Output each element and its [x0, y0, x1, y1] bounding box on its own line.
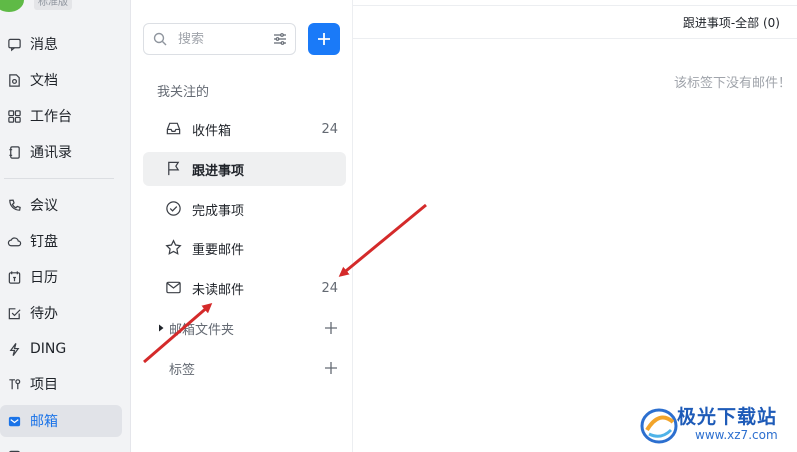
folder-count: 24 — [321, 121, 338, 137]
folder-label: 完成事项 — [192, 203, 245, 219]
app-logo[interactable] — [0, 0, 24, 12]
nav-item-workbench[interactable]: 工作台 — [0, 100, 122, 132]
group-label: 标签 — [169, 362, 196, 378]
nav-item-project[interactable]: 项目 — [0, 368, 122, 400]
mail-list-pane: 跟进事项-全部 (0) 该标签下没有邮件！ — [353, 0, 797, 452]
inbox-icon — [165, 120, 183, 138]
top-divider — [353, 0, 797, 6]
nav-divider — [4, 178, 114, 179]
mail-icon — [6, 413, 22, 429]
plus-icon — [318, 33, 330, 45]
folder-important[interactable]: 重要邮件 — [143, 231, 346, 265]
star-icon — [165, 239, 183, 257]
nav-item-label: 待办 — [30, 306, 58, 322]
nav-item-label: 项目 — [30, 377, 58, 393]
nav-item-label: 工作台 — [30, 109, 72, 125]
folder-follow-up[interactable]: 跟进事项 — [143, 152, 346, 186]
empty-state-message: 该标签下没有邮件！ — [673, 76, 791, 91]
folder-unread[interactable]: 未读邮件 24 — [143, 271, 346, 305]
compose-add-button[interactable] — [308, 23, 340, 55]
edition-badge: 标准版 — [34, 0, 72, 10]
nav-top: 标准版 — [0, 0, 131, 14]
ding-lightning-icon — [6, 341, 22, 357]
check-circle-icon — [165, 200, 183, 218]
left-navigation: 标准版 消息 文档 工作台 通讯录 会议 钉盘 日历 待办 DING 项目 邮箱 — [0, 0, 131, 452]
folder-label: 未读邮件 — [192, 282, 245, 298]
nav-item-meeting[interactable]: 会议 — [0, 189, 122, 221]
nav-item-label: 钉盘 — [30, 234, 58, 250]
watermark-url: www.xz7.com — [695, 428, 778, 442]
favorites-section-title: 我关注的 — [157, 85, 210, 100]
filter-icon[interactable] — [273, 32, 287, 46]
nav-item-messages[interactable]: 消息 — [0, 28, 122, 60]
partial-icon — [6, 448, 22, 452]
folder-label: 收件箱 — [192, 123, 232, 139]
nav-item-label: 通讯录 — [30, 145, 72, 161]
add-tag-icon[interactable] — [324, 361, 338, 375]
search-input[interactable] — [178, 31, 258, 47]
group-label: 邮箱文件夹 — [169, 322, 235, 338]
project-icon — [6, 376, 22, 392]
workbench-icon — [6, 108, 22, 124]
flag-icon — [165, 160, 183, 178]
nav-item-contacts[interactable]: 通讯录 — [0, 136, 122, 168]
group-mail-folders[interactable]: 邮箱文件夹 — [143, 313, 346, 343]
add-folder-icon[interactable] — [324, 321, 338, 335]
header-divider — [353, 38, 797, 39]
document-icon — [6, 72, 22, 88]
meeting-phone-icon — [6, 197, 22, 213]
cloud-drive-icon — [6, 233, 22, 249]
search-icon — [152, 31, 168, 47]
mail-folder-panel: 我关注的 收件箱 24 跟进事项 完成事项 重要邮件 未读邮件 24 — [131, 0, 353, 452]
nav-item-docs[interactable]: 文档 — [0, 64, 122, 96]
folder-label: 重要邮件 — [192, 242, 245, 258]
caret-right-icon[interactable] — [157, 324, 165, 332]
nav-item-label: 邮箱 — [30, 414, 58, 430]
watermark-logo-icon — [640, 408, 678, 444]
envelope-icon — [165, 279, 183, 297]
nav-item-partial — [0, 440, 122, 452]
folder-inbox[interactable]: 收件箱 24 — [143, 112, 346, 146]
group-tags[interactable]: 标签 — [143, 353, 346, 383]
nav-item-label: 文档 — [30, 73, 58, 89]
todo-check-icon — [6, 305, 22, 321]
nav-item-label: 消息 — [30, 37, 58, 53]
folder-label: 跟进事项 — [192, 163, 245, 179]
folder-count: 24 — [321, 280, 338, 296]
nav-item-mail[interactable]: 邮箱 — [0, 405, 122, 437]
nav-item-label: 会议 — [30, 198, 58, 214]
mail-list-header[interactable]: 跟进事项-全部 (0) — [683, 14, 780, 31]
nav-item-calendar[interactable]: 日历 — [0, 261, 122, 293]
nav-item-todo[interactable]: 待办 — [0, 297, 122, 329]
nav-item-cloud-drive[interactable]: 钉盘 — [0, 225, 122, 257]
search-box[interactable] — [143, 23, 296, 55]
contacts-icon — [6, 144, 22, 160]
calendar-icon — [6, 269, 22, 285]
nav-item-ding[interactable]: DING — [0, 333, 122, 365]
watermark-title: 极光下载站 — [677, 406, 778, 428]
watermark: 极光下载站 www.xz7.com — [637, 398, 797, 452]
nav-item-label: 日历 — [30, 270, 58, 286]
message-icon — [6, 36, 22, 52]
nav-item-label: DING — [30, 341, 67, 357]
folder-completed[interactable]: 完成事项 — [143, 192, 346, 226]
